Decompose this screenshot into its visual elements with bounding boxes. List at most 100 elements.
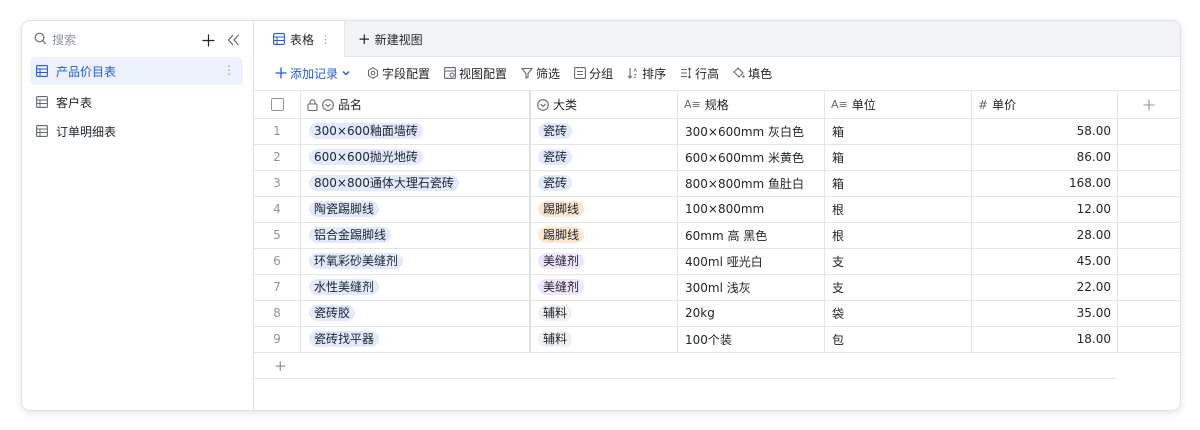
category-tag: 瓷砖 [538,123,573,139]
cell-spec[interactable]: 100×800mm [678,196,825,222]
more-options-icon[interactable]: ⋮ [223,63,235,77]
cell-unit[interactable]: 包 [825,326,972,352]
search-input[interactable] [52,33,172,47]
cell-category[interactable]: 辅料 [531,326,678,352]
sidebar-item-product-pricelist[interactable]: 产品价目表 ⋮ [30,57,243,85]
add-row-button[interactable]: + [254,353,1117,379]
sort-label: 排序 [642,66,667,81]
new-view-button[interactable]: + 新建视图 [358,21,423,57]
row-index: 9 [254,326,301,352]
cell-category[interactable]: 踢脚线 [531,196,678,222]
collapse-sidebar-button[interactable] [223,30,243,50]
sidebar-item-customers[interactable]: 客户表 [30,88,243,116]
cell-name[interactable]: 陶瓷踢脚线 [301,196,531,222]
name-tag: 300×600釉面墙砖 [309,123,423,139]
table-row[interactable]: 5 铝合金踢脚线 踢脚线 60mm 高 黑色根 28.00 [254,222,1180,249]
field-config-button[interactable]: 字段配置 [364,62,433,84]
cell-unit[interactable]: 箱 [825,170,972,196]
cell-spec[interactable]: 300ml 浅灰 [678,274,825,300]
text-field-icon: A≡ [684,98,701,111]
cell-price[interactable]: 28.00 [972,222,1118,248]
cell-spec[interactable]: 60mm 高 黑色 [678,222,825,248]
table-row[interactable]: 3 800×800通体大理石瓷砖 瓷砖 800×800mm 鱼肚白箱 168.00 [254,170,1180,197]
cell-category[interactable]: 瓷砖 [531,170,678,196]
select-all-checkbox[interactable] [270,98,284,111]
search-box[interactable] [34,31,172,49]
grid-view-icon [273,33,285,45]
cell-name[interactable]: 水性美缝剂 [301,274,531,300]
plus-icon [202,34,214,46]
row-index: 8 [254,300,301,326]
cell-spec[interactable]: 100个装 [678,326,825,352]
cell-price[interactable]: 45.00 [972,248,1118,274]
tab-more-icon[interactable]: ⋮ [320,33,331,46]
add-record-button[interactable]: 添加记录 [272,62,354,84]
cell-price[interactable]: 35.00 [972,300,1118,326]
cell-category[interactable]: 美缝剂 [531,248,678,274]
column-header-name[interactable]: 品名 [301,91,531,118]
cell-unit[interactable]: 箱 [825,144,972,170]
row-index: 3 [254,170,301,196]
sort-button[interactable]: AZ 排序 [624,62,669,84]
add-table-button[interactable] [198,30,218,50]
table-row[interactable]: 7 水性美缝剂 美缝剂 300ml 浅灰支 22.00 [254,274,1180,301]
cell-unit[interactable]: 支 [825,248,972,274]
cell-category[interactable]: 美缝剂 [531,274,678,300]
cell-unit[interactable]: 袋 [825,300,972,326]
add-column-button[interactable] [1118,91,1180,118]
category-tag: 美缝剂 [538,253,585,269]
row-index: 4 [254,196,301,222]
view-config-button[interactable]: 视图配置 [441,62,510,84]
cell-name[interactable]: 瓷砖胶 [301,300,531,326]
cell-price[interactable]: 168.00 [972,170,1118,196]
column-header-category[interactable]: 大类 [531,91,678,118]
group-button[interactable]: 分组 [571,62,616,84]
filter-button[interactable]: 筛选 [518,62,563,84]
name-tag: 铝合金踢脚线 [309,227,392,243]
tab-grid-view[interactable]: 表格 ⋮ [254,21,345,57]
column-header-price[interactable]: # 单价 [972,91,1118,118]
cell-name[interactable]: 600×600抛光地砖 [301,144,531,170]
cell-name[interactable]: 800×800通体大理石瓷砖 [301,170,531,196]
grid-header: 品名 大类 A≡ 规格 A≡ 单位 # 单价 [254,90,1180,119]
cell-category[interactable]: 瓷砖 [531,118,678,144]
table-row[interactable]: 2 600×600抛光地砖 瓷砖 600×600mm 米黄色箱 86.00 [254,144,1180,171]
cell-unit[interactable]: 箱 [825,118,972,144]
cell-price[interactable]: 12.00 [972,196,1118,222]
cell-spec[interactable]: 300×600mm 灰白色 [678,118,825,144]
table-row[interactable]: 9 瓷砖找平器 辅料 100个装包 18.00 [254,326,1180,353]
fill-color-button[interactable]: 填色 [730,62,775,84]
cell-category[interactable]: 踢脚线 [531,222,678,248]
cell-category[interactable]: 瓷砖 [531,144,678,170]
cell-category[interactable]: 辅料 [531,300,678,326]
column-header-spec[interactable]: A≡ 规格 [678,91,825,118]
row-height-button[interactable]: 行高 [677,62,722,84]
cell-spec[interactable]: 20kg [678,300,825,326]
cell-spec[interactable]: 600×600mm 米黄色 [678,144,825,170]
cell-unit[interactable]: 根 [825,196,972,222]
cell-name[interactable]: 瓷砖找平器 [301,326,531,352]
lock-icon [307,98,318,111]
cell-price[interactable]: 86.00 [972,144,1118,170]
cell-name[interactable]: 铝合金踢脚线 [301,222,531,248]
table-row[interactable]: 1 300×600釉面墙砖 瓷砖 300×600mm 灰白色箱 58.00 [254,118,1180,145]
single-select-icon [322,98,334,111]
cell-unit[interactable]: 支 [825,274,972,300]
table-row[interactable]: 8 瓷砖胶 辅料 20kg 袋 35.00 [254,300,1180,327]
table-row[interactable]: 6 环氧彩砂美缝剂 美缝剂 400ml 哑光白支 45.00 [254,248,1180,275]
cell-price[interactable]: 22.00 [972,274,1118,300]
cell-price[interactable]: 18.00 [972,326,1118,352]
sidebar-header [22,21,253,59]
column-header-unit[interactable]: A≡ 单位 [825,91,972,118]
filter-label: 筛选 [536,66,561,81]
cell-unit[interactable]: 根 [825,222,972,248]
cell-spec[interactable]: 800×800mm 鱼肚白 [678,170,825,196]
cell-price[interactable]: 58.00 [972,118,1118,144]
cell-name[interactable]: 300×600釉面墙砖 [301,118,531,144]
sidebar-item-order-details[interactable]: 订单明细表 [30,117,243,145]
row-index: 2 [254,144,301,170]
cell-spec[interactable]: 400ml 哑光白 [678,248,825,274]
select-all-cell[interactable] [254,91,301,118]
cell-name[interactable]: 环氧彩砂美缝剂 [301,248,531,274]
table-row[interactable]: 4 陶瓷踢脚线 踢脚线 100×800mm 根 12.00 [254,196,1180,223]
